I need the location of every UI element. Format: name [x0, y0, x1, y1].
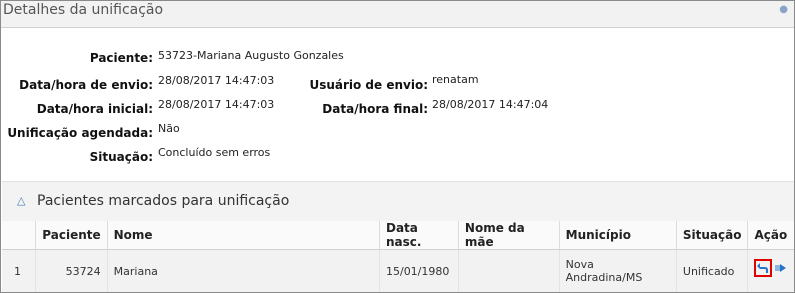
section-title: Pacientes marcados para unificação: [37, 193, 290, 209]
col-nome[interactable]: Nome: [107, 221, 380, 250]
row-situacao: Unificado: [676, 249, 749, 292]
col-nome-mae[interactable]: Nome da mãe: [458, 221, 560, 250]
unification-details-panel: Detalhes da unificação ● Paciente: 53723…: [0, 0, 795, 293]
data-inicial-value: 28/08/2017 14:47:03: [158, 98, 275, 111]
col-municipio[interactable]: Município: [559, 221, 677, 250]
row-data-nasc: 15/01/1980: [379, 249, 459, 292]
table-row[interactable]: 1 53724 Mariana 15/01/1980 Nova Andradin…: [2, 249, 794, 292]
col-acao: Ação: [747, 221, 794, 250]
usuario-envio-label: Usuário de envio:: [309, 78, 428, 92]
situacao-label: Situação:: [89, 150, 153, 164]
data-final-value: 28/08/2017 14:47:04: [432, 98, 549, 111]
usuario-envio-value: renatam: [432, 73, 479, 86]
patients-section-header[interactable]: △ Pacientes marcados para unificação: [2, 181, 794, 222]
data-final-label: Data/hora final:: [322, 102, 428, 116]
col-paciente[interactable]: Paciente: [35, 221, 108, 250]
col-data-nasc[interactable]: Data nasc.: [379, 221, 459, 250]
triangle-up-icon[interactable]: △: [17, 194, 25, 207]
row-nome-mae: [458, 249, 560, 292]
table-header-row: Paciente Nome Data nasc. Nome da mãe Mun…: [2, 221, 794, 250]
agendada-label: Unificação agendada:: [7, 126, 153, 140]
row-index: 1: [2, 249, 37, 292]
undo-arrow-icon[interactable]: [754, 259, 773, 277]
paciente-label: Paciente:: [89, 51, 153, 65]
move-right-icon[interactable]: [775, 262, 787, 277]
close-icon[interactable]: ●: [779, 4, 788, 15]
data-envio-value: 28/08/2017 14:47:03: [158, 74, 275, 87]
panel-title: Detalhes da unificação: [3, 2, 164, 18]
row-actions: [747, 249, 794, 292]
col-situacao[interactable]: Situação: [676, 221, 749, 250]
col-index: [2, 221, 37, 250]
data-envio-label: Data/hora de envio:: [19, 78, 153, 92]
row-nome: Mariana: [107, 249, 380, 292]
row-municipio: Nova Andradina/MS: [559, 249, 677, 292]
row-paciente: 53724: [35, 249, 108, 292]
paciente-value: 53723-Mariana Augusto Gonzales: [158, 49, 344, 62]
panel-header: Detalhes da unificação ●: [1, 1, 794, 28]
agendada-value: Não: [158, 122, 180, 135]
patients-table: Paciente Nome Data nasc. Nome da mãe Mun…: [2, 221, 794, 292]
data-inicial-label: Data/hora inicial:: [36, 102, 153, 116]
situacao-value: Concluído sem erros: [158, 146, 271, 159]
